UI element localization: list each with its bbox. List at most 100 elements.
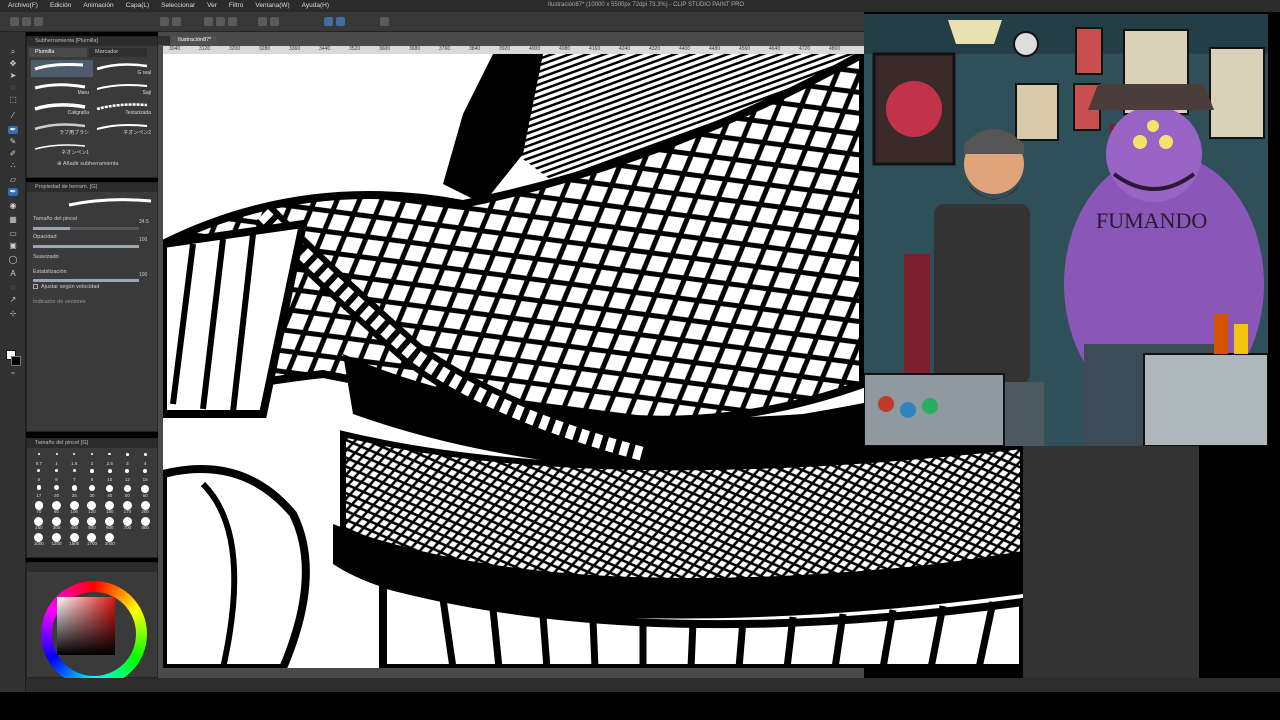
brush-size-item[interactable]: 1500 xyxy=(65,533,83,546)
opacity-value[interactable]: 100 xyxy=(139,237,147,243)
undo-icon[interactable] xyxy=(160,17,169,26)
brush-size-item[interactable]: 60 xyxy=(136,485,154,498)
brush-item[interactable]: ラフ用ブラシ xyxy=(31,120,93,137)
fill-tool-icon[interactable]: ◉ xyxy=(8,202,18,210)
stabilization-value[interactable]: 100 xyxy=(139,272,147,278)
brush-size-item[interactable]: 6 xyxy=(48,469,66,482)
airbrush-tool-icon[interactable]: ∴ xyxy=(8,162,18,170)
clear-icon[interactable] xyxy=(258,17,267,26)
brush-item[interactable]: Maru xyxy=(31,80,93,97)
velocity-option[interactable]: Ajustar según velocidad xyxy=(33,284,99,290)
transparent-color-icon[interactable]: ≈ xyxy=(8,370,18,378)
eraser-tool-icon[interactable]: ▱ xyxy=(8,176,18,184)
stabilization-slider[interactable] xyxy=(33,279,139,282)
balloon-tool-icon[interactable]: ◌ xyxy=(8,284,18,292)
menu-view[interactable]: Ver xyxy=(207,2,217,9)
brush-size-item[interactable]: 30 xyxy=(83,485,101,498)
brush-size-item[interactable]: 150 xyxy=(101,501,119,514)
blend-tool-icon[interactable]: ✒ xyxy=(8,188,18,196)
color-wheel[interactable] xyxy=(35,575,151,687)
brush-size-item[interactable]: 3 xyxy=(119,453,137,466)
brush-size-item[interactable]: 40 xyxy=(101,485,119,498)
brush-size-item[interactable]: 5 xyxy=(30,469,48,482)
brush-size-item[interactable]: 7 xyxy=(65,469,83,482)
brush-size-item[interactable]: 800 xyxy=(136,517,154,530)
brush-size-item[interactable]: 1700 xyxy=(83,533,101,546)
sub-color-swatch[interactable] xyxy=(11,356,21,366)
menu-file[interactable]: Archivo(F) xyxy=(8,2,38,9)
brush-size-item[interactable]: 200 xyxy=(136,501,154,514)
velocity-checkbox[interactable] xyxy=(33,284,38,290)
add-subtool-button[interactable]: ⊕ Añadir subherramienta xyxy=(57,161,119,167)
tab-plumilla[interactable]: Plumilla xyxy=(29,48,87,57)
pencil-tool-icon[interactable]: ✎ xyxy=(8,138,18,146)
eyedropper-tool-icon[interactable]: ⁄ xyxy=(8,112,18,120)
tab-marcador[interactable]: Marcador xyxy=(89,48,147,57)
brush-size-item[interactable]: 0.7 xyxy=(30,453,48,466)
brush-size-item[interactable]: 10 xyxy=(101,469,119,482)
ruler-tool-icon[interactable]: ◯ xyxy=(8,256,18,264)
brush-size-item[interactable]: 1 xyxy=(48,453,66,466)
brush-size-item[interactable]: 25 xyxy=(65,485,83,498)
zoom-tool-icon[interactable]: ⌕ xyxy=(8,48,18,56)
brush-size-item[interactable]: 300 xyxy=(48,517,66,530)
menu-select[interactable]: Seleccionar xyxy=(161,2,195,9)
text-tool-icon[interactable]: A xyxy=(8,270,18,278)
brush-size-item[interactable]: 1200 xyxy=(48,533,66,546)
brush-size-item[interactable]: 700 xyxy=(119,517,137,530)
menu-animation[interactable]: Animación xyxy=(83,2,113,9)
brush-item[interactable]: Texturizada xyxy=(93,100,155,117)
brush-size-item[interactable]: 600 xyxy=(101,517,119,530)
brush-size-item[interactable]: 8 xyxy=(83,469,101,482)
menu-edit[interactable]: Edición xyxy=(50,2,71,9)
brush-size-item[interactable]: 2.5 xyxy=(101,453,119,466)
brush-size-item[interactable]: 80 xyxy=(48,501,66,514)
brush-item[interactable] xyxy=(31,60,93,77)
move-tool-icon[interactable]: ✥ xyxy=(8,60,18,68)
paste-icon[interactable] xyxy=(228,17,237,26)
brush-item[interactable] xyxy=(93,140,155,157)
brush-size-item[interactable]: 15 xyxy=(136,469,154,482)
hand-tool-icon[interactable]: ⊹ xyxy=(8,310,18,318)
menu-filter[interactable]: Filtro xyxy=(229,2,243,9)
snap-ruler-icon[interactable] xyxy=(324,17,333,26)
fill-icon[interactable] xyxy=(270,17,279,26)
menu-help[interactable]: Ayuda(H) xyxy=(302,2,329,9)
open-file-icon[interactable] xyxy=(22,17,31,26)
menu-window[interactable]: Ventana(W) xyxy=(255,2,289,9)
brush-size-item[interactable]: 2000 xyxy=(101,533,119,546)
brush-size-item[interactable]: 20 xyxy=(48,485,66,498)
brush-item[interactable]: Saji xyxy=(93,80,155,97)
lasso-tool-icon[interactable]: ◌ xyxy=(8,84,18,92)
gradient-tool-icon[interactable]: ▦ xyxy=(8,216,18,224)
brush-item[interactable]: Caligrafía xyxy=(31,100,93,117)
brush-size-item[interactable]: 4 xyxy=(136,453,154,466)
opacity-slider[interactable] xyxy=(33,245,139,248)
menu-layer[interactable]: Capa(L) xyxy=(126,2,149,9)
operation-tool-icon[interactable]: ➤ xyxy=(8,72,18,80)
snap-grid-icon[interactable] xyxy=(336,17,345,26)
brush-size-item[interactable]: 170 xyxy=(119,501,137,514)
brush-size-item[interactable]: 1.5 xyxy=(65,453,83,466)
redo-icon[interactable] xyxy=(172,17,181,26)
brush-size-item[interactable]: 250 xyxy=(30,517,48,530)
saturation-value-square[interactable] xyxy=(57,597,115,655)
brush-item[interactable]: ネオンペン1 xyxy=(31,140,93,157)
line-correction-tool-icon[interactable]: ↗ xyxy=(8,296,18,304)
brush-size-item[interactable]: 2 xyxy=(83,453,101,466)
brush-size-item[interactable]: 12 xyxy=(119,469,137,482)
brush-size-item[interactable]: 17 xyxy=(30,485,48,498)
brush-size-item[interactable]: 70 xyxy=(30,501,48,514)
brush-size-item[interactable]: 120 xyxy=(83,501,101,514)
cut-icon[interactable] xyxy=(204,17,213,26)
brush-size-item[interactable]: 400 xyxy=(65,517,83,530)
brush-size-item[interactable]: 100 xyxy=(65,501,83,514)
frame-tool-icon[interactable]: ▣ xyxy=(8,242,18,250)
brush-size-slider[interactable] xyxy=(33,227,139,230)
brush-size-item[interactable]: 50 xyxy=(119,485,137,498)
brush-tool-icon[interactable]: ✐ xyxy=(8,150,18,158)
pen-tool-icon[interactable]: ✒ xyxy=(8,126,18,134)
brush-size-item[interactable]: 1000 xyxy=(30,533,48,546)
new-file-icon[interactable] xyxy=(10,17,19,26)
brush-item[interactable]: G real xyxy=(93,60,155,77)
